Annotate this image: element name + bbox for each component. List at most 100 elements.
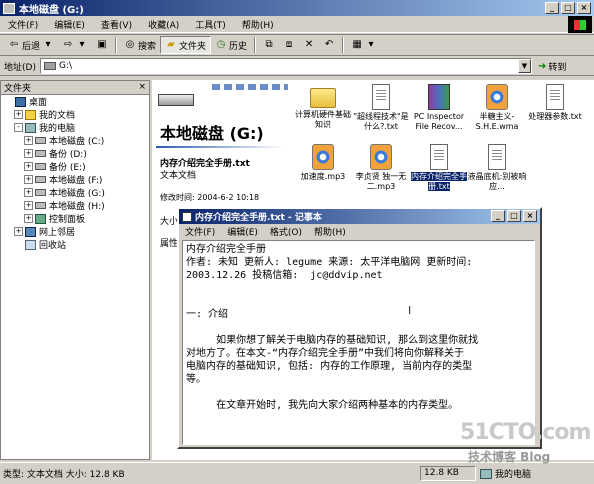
status-zone-label: 我的电脑: [495, 470, 532, 480]
file-item[interactable]: 液晶底机:别被响应...: [466, 144, 528, 192]
search-button[interactable]: ◎ 搜索: [120, 36, 160, 54]
notepad-close-button[interactable]: ×: [523, 210, 537, 222]
tree-item-label: 回收站: [39, 241, 67, 251]
tree-item[interactable]: + 本地磁盘 (C:): [1, 134, 149, 147]
expand-icon[interactable]: +: [24, 214, 33, 223]
delete-button[interactable]: ✕: [299, 36, 319, 54]
mp3-file-icon: [370, 144, 392, 170]
tree-item[interactable]: + 本地磁盘 (H:): [1, 199, 149, 212]
file-item[interactable]: 计算机硬件基础知识: [292, 84, 354, 130]
notepad-menu-file[interactable]: 文件(F): [179, 225, 221, 238]
history-icon: ◷: [216, 39, 226, 50]
file-item[interactable]: "超线程技术"是什么?.txt: [350, 84, 412, 132]
go-label: 转到: [548, 62, 567, 73]
menu-edit[interactable]: 编辑(E): [46, 18, 93, 31]
tree-item-label: 备份 (D:): [49, 150, 87, 160]
tree-item[interactable]: 回收站: [1, 238, 149, 251]
notepad-minimize-button[interactable]: _: [491, 210, 505, 222]
menu-file[interactable]: 文件(F): [0, 18, 46, 31]
copy-to-icon: ⧈: [285, 39, 293, 50]
menu-help[interactable]: 帮助(H): [234, 18, 282, 31]
expand-icon[interactable]: +: [24, 136, 33, 145]
recycle-bin-icon: [25, 239, 36, 250]
up-folder-button[interactable]: ▣: [92, 36, 112, 54]
tree-item[interactable]: 桌面: [1, 95, 149, 108]
expand-icon[interactable]: +: [14, 110, 23, 119]
menu-tools[interactable]: 工具(T): [187, 18, 234, 31]
rar-file-icon: [428, 84, 450, 110]
notepad-icon: [182, 211, 192, 222]
forward-button[interactable]: ⇨ ▾: [58, 36, 92, 54]
tree-item-label: 本地磁盘 (H:): [49, 202, 105, 212]
file-label: 加速度.mp3: [300, 172, 346, 181]
expand-icon[interactable]: +: [24, 201, 33, 210]
explorer-titlebar[interactable]: 本地磁盘 (G:) _ □ ×: [0, 0, 594, 16]
file-item[interactable]: PC Inspector File Recov...: [408, 84, 470, 132]
go-button[interactable]: ➜ 转到: [538, 60, 566, 73]
history-label: 历史: [229, 41, 248, 52]
address-dropdown-button[interactable]: ▼: [517, 59, 531, 73]
tree-item[interactable]: + 本地磁盘 (F:): [1, 173, 149, 186]
expand-icon[interactable]: +: [24, 162, 33, 171]
address-input[interactable]: G:\ ▼: [39, 58, 532, 74]
folders-button[interactable]: ▰ 文件夹: [160, 36, 212, 54]
tree-item-label: 桌面: [29, 98, 48, 108]
tree-item[interactable]: + 控制面板: [1, 212, 149, 225]
file-item[interactable]: 处理器参数.txt: [524, 84, 586, 122]
undo-button[interactable]: ↶: [319, 36, 339, 54]
desktop-icon: [15, 96, 26, 107]
menu-view[interactable]: 查看(V): [93, 18, 140, 31]
delete-icon: ✕: [304, 39, 314, 50]
expand-icon[interactable]: +: [14, 227, 23, 236]
views-button[interactable]: ▦ ▾: [347, 36, 381, 54]
toolbar: ⇦ 后退 ▾ ⇨ ▾ ▣ ◎ 搜索 ▰ 文件夹 ◷ 历史 ⧉ ⧈ ✕ ↶ ▦ ▾: [0, 34, 594, 56]
tree-item-label: 备份 (E:): [49, 163, 86, 173]
computer-icon: [480, 468, 492, 479]
notepad-maximize-button[interactable]: □: [507, 210, 521, 222]
maximize-button[interactable]: □: [561, 2, 575, 14]
disk-icon: [35, 176, 46, 183]
tree-item[interactable]: + 备份 (D:): [1, 147, 149, 160]
collapse-icon[interactable]: -: [14, 123, 23, 132]
back-button[interactable]: ⇦ 后退 ▾: [4, 36, 58, 54]
status-zone: 我的电脑: [480, 467, 531, 480]
txt-file-icon: [430, 144, 448, 170]
mp3-file-icon: [312, 144, 334, 170]
file-item[interactable]: 半糖主义-S.H.E.wma: [466, 84, 528, 132]
window-title: 本地磁盘 (G:): [19, 4, 84, 16]
drive-icon: [43, 62, 56, 70]
expand-icon[interactable]: +: [24, 149, 33, 158]
history-button[interactable]: ◷ 历史: [211, 36, 251, 54]
tree-item[interactable]: + 本地磁盘 (G:): [1, 186, 149, 199]
notepad-text-area[interactable]: 内存介绍完全手册 作者: 未知 更新人: legume 来源: 太平洋电脑网 更…: [182, 240, 535, 445]
disk-icon: [35, 150, 46, 157]
file-item[interactable]: 内存介绍完全手册.txt: [408, 144, 470, 192]
expand-icon[interactable]: +: [24, 188, 33, 197]
file-item[interactable]: 加速度.mp3: [292, 144, 354, 182]
notepad-menu-edit[interactable]: 编辑(E): [221, 225, 264, 238]
expand-icon[interactable]: +: [24, 175, 33, 184]
file-item[interactable]: 李贞贤 独一无二.mp3: [350, 144, 412, 192]
watermark-blog: 技术博客 Blog: [468, 450, 551, 464]
notepad-menu-format[interactable]: 格式(O): [264, 225, 308, 238]
wma-file-icon: [486, 84, 508, 110]
up-folder-icon: ▣: [97, 39, 107, 50]
minimize-button[interactable]: _: [545, 2, 559, 14]
copy-to-button[interactable]: ⧈: [279, 36, 299, 54]
move-to-button[interactable]: ⧉: [259, 36, 279, 54]
notepad-titlebar[interactable]: 内存介绍完全手册.txt - 记事本 _ □ ×: [179, 209, 540, 224]
close-button[interactable]: ×: [577, 2, 591, 14]
notepad-window[interactable]: 内存介绍完全手册.txt - 记事本 _ □ × 文件(F) 编辑(E) 格式(…: [177, 207, 542, 449]
windows-logo-icon: [568, 16, 592, 33]
notepad-menu-help[interactable]: 帮助(H): [308, 225, 352, 238]
menu-favorites[interactable]: 收藏(A): [140, 18, 187, 31]
tree-item[interactable]: + 我的文档: [1, 108, 149, 121]
notepad-title: 内存介绍完全手册.txt - 记事本: [195, 213, 322, 223]
tree-item[interactable]: - 我的电脑: [1, 121, 149, 134]
address-value: G:\: [58, 61, 72, 71]
status-bar: 类型: 文本文档 大小: 12.8 KB 12.8 KB 我的电脑: [0, 462, 594, 484]
title-underline: [156, 146, 284, 148]
tree-item[interactable]: + 备份 (E:): [1, 160, 149, 173]
close-panel-icon[interactable]: ×: [138, 82, 146, 92]
tree-item[interactable]: + 网上邻居: [1, 225, 149, 238]
